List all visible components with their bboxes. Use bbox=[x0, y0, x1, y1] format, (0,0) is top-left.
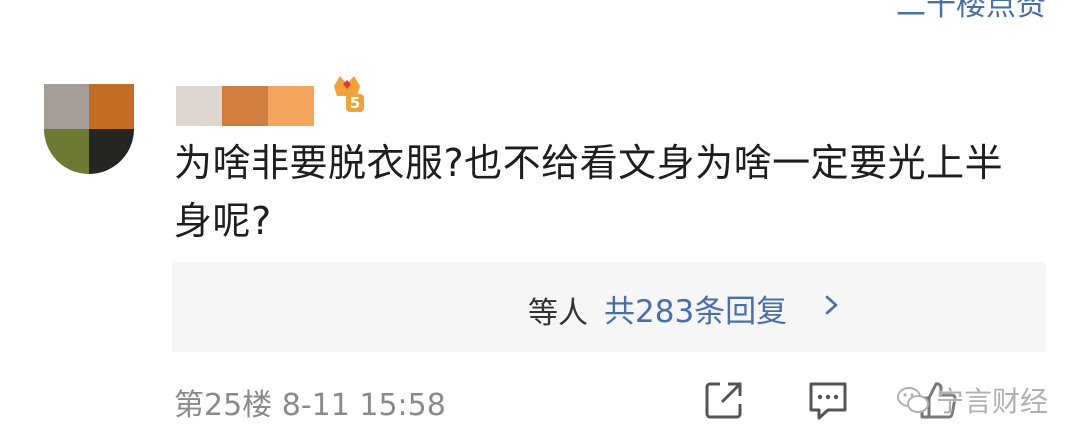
username-pixel bbox=[268, 86, 314, 126]
avatar-pixel bbox=[89, 129, 134, 174]
floor-number: 第25楼 bbox=[174, 388, 273, 423]
avatar-pixel bbox=[44, 84, 89, 129]
comment-icon[interactable] bbox=[806, 378, 850, 422]
watermark: 宁言财经 bbox=[896, 380, 1048, 420]
username-pixelated[interactable] bbox=[176, 86, 314, 126]
avatar-pixel bbox=[89, 84, 134, 129]
vip-level: 5 bbox=[350, 94, 360, 112]
reply-participants: 等人 bbox=[528, 296, 588, 331]
vip-crown-icon: 5 bbox=[334, 76, 364, 112]
chevron-right-icon bbox=[825, 295, 838, 315]
reply-box[interactable]: 等人 共283条回复 bbox=[172, 262, 1046, 352]
share-icon[interactable] bbox=[702, 378, 746, 422]
comment-meta: 第25楼 8-11 15:58 bbox=[174, 380, 446, 424]
username-pixel bbox=[176, 86, 222, 126]
comment-timestamp: 8-11 15:58 bbox=[281, 388, 446, 423]
username-pixel bbox=[222, 86, 268, 126]
avatar-pixel bbox=[44, 129, 89, 174]
avatar[interactable] bbox=[44, 84, 134, 174]
wechat-icon bbox=[897, 387, 929, 413]
comment-text: 为啥非要脱衣服?也不给看文身为啥一定要光上半身呢? bbox=[174, 141, 1004, 243]
watermark-brand: 宁言财经 bbox=[936, 385, 1049, 418]
top-link-fragment[interactable]: 二十楼点赞 bbox=[896, 0, 1046, 24]
reply-count-link[interactable]: 共283条回复 bbox=[604, 286, 787, 331]
